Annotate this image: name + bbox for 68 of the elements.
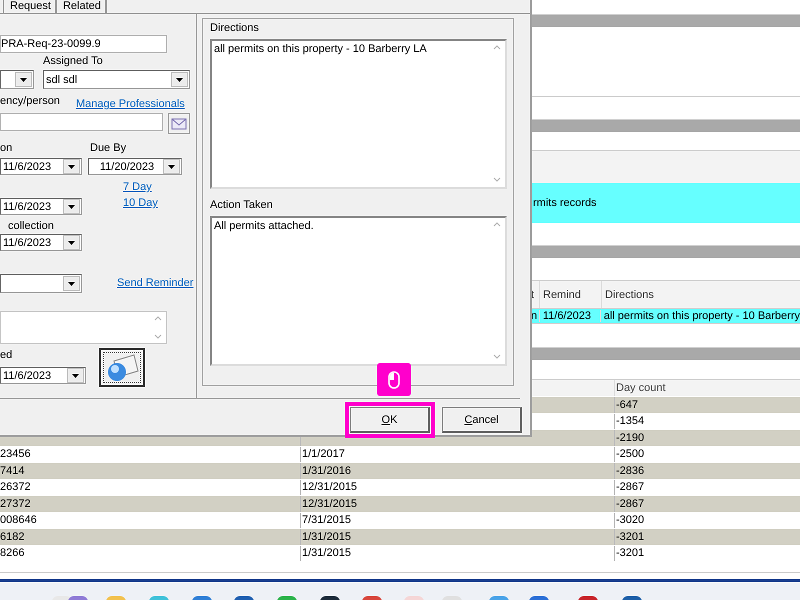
date-field[interactable]: 11/6/2023 (0, 234, 82, 251)
table-cell: 1/1/2017 (302, 448, 345, 460)
table-cell: 11/6/2023 (538, 310, 600, 322)
table-cell: -2836 (616, 464, 644, 477)
dropdown[interactable]: sdl sdl (43, 70, 190, 89)
table-cell: 12/31/2015 (302, 481, 358, 494)
envelope-icon (171, 116, 187, 130)
send-email-button[interactable] (99, 348, 145, 387)
field-label: on (0, 142, 14, 155)
table-cell: 1/31/2015 (302, 530, 351, 543)
field-label: collection (8, 220, 54, 232)
table-cell: -2190 (616, 432, 644, 444)
caret-icon (72, 374, 79, 378)
mail-button[interactable] (168, 113, 190, 134)
input-field[interactable] (0, 113, 163, 131)
table-cell: 6182 (0, 530, 24, 543)
table-cell: 12/31/2015 (302, 498, 358, 510)
send-reminder-link[interactable]: Send Reminder (117, 277, 194, 290)
date-field[interactable]: 11/6/2023 (0, 158, 82, 175)
due-link[interactable]: 7 Day (123, 181, 158, 194)
table-cell-text: n (531, 310, 538, 322)
table-cell: all permits on this property - 10 Barberry (600, 310, 800, 322)
table-cell: -2867 (616, 481, 644, 494)
table-cell: -3201 (616, 547, 644, 560)
text-area[interactable]: all permits on this property - 10 Barberry LA (210, 39, 507, 189)
text-area-content: All permits attached. (214, 220, 314, 232)
field-label: ency/person (0, 95, 60, 108)
table-cell: 26372 (0, 481, 31, 494)
mouse-icon (388, 370, 400, 388)
table-cell: 1/31/2015 (302, 547, 351, 560)
table-cell: 7414 (0, 464, 24, 477)
field-label: Assigned To (43, 55, 104, 68)
table-cell: 23456 (0, 448, 31, 460)
caret-icon (68, 164, 75, 168)
field-label: Action Taken (210, 199, 274, 212)
dropdown[interactable] (0, 70, 34, 89)
table-cell: rmits records (533, 197, 597, 209)
table-cell: 008646 (0, 514, 37, 526)
input-field[interactable]: PRA-Req-23-0099.9 (0, 35, 167, 53)
field-label: Directions (210, 22, 260, 35)
column-header[interactable]: Directions (601, 281, 654, 308)
dropdown[interactable] (0, 274, 82, 293)
due-link[interactable]: 10 Day (123, 197, 158, 210)
field-label: Due By (90, 142, 126, 155)
field-label: ed (0, 349, 14, 362)
dialog-button[interactable]: Cancel (442, 407, 522, 433)
caret-icon (176, 78, 183, 82)
table-cell: 27372 (0, 498, 31, 510)
caret-icon (20, 78, 27, 82)
table-cell: -1354 (616, 415, 644, 428)
text-area-content: all permits on this property - 10 Barberry LA (214, 43, 427, 55)
table-cell: 8266 (0, 547, 24, 560)
table-cell: -647 (616, 398, 638, 411)
date-field[interactable]: 11/6/2023 (0, 198, 82, 215)
date-field[interactable]: 11/20/2023 (88, 158, 182, 175)
table-cell: -2867 (616, 498, 644, 510)
manage-link[interactable]: Manage Professionals (76, 98, 185, 111)
table-cell: 1/31/2016 (302, 464, 351, 477)
caret-icon (168, 164, 175, 168)
column-header[interactable]: Remind (539, 281, 601, 308)
table-cell: 7/31/2015 (302, 514, 351, 526)
caret-icon (68, 204, 75, 208)
table-cell: -3201 (616, 530, 644, 543)
text-area[interactable]: All permits attached. (210, 216, 507, 366)
date-field[interactable]: 11/6/2023 (0, 367, 86, 384)
dialog-button[interactable]: OK (350, 407, 430, 433)
table-cell: -3020 (616, 514, 644, 526)
table-cell: -2500 (616, 448, 644, 460)
